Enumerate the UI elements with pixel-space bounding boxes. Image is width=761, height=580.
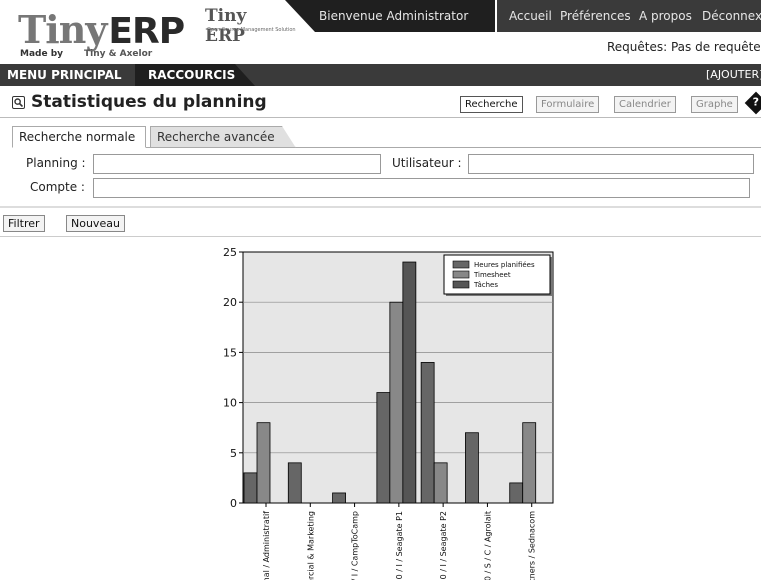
top-links: Accueil Préférences A propos Déconnexion [497, 0, 761, 32]
header: TinyERP Made by Tiny & Axelor Tiny ERP O… [0, 0, 761, 64]
form-separator [0, 206, 761, 208]
bar-heures-planifi-es [420, 362, 435, 504]
x-tick-label: 0 / I / Seagate P1 [395, 511, 404, 579]
logo-erp-text: ERP [108, 11, 185, 52]
search-icon [12, 96, 25, 109]
x-tick-label: ercial & Marketing [306, 511, 315, 580]
view-calendar-button[interactable]: Calendrier [614, 96, 676, 113]
bar-heures-planifi-es [287, 462, 302, 504]
search-form: Planning : Utilisateur : Compte : [12, 148, 761, 206]
bar-heures-planifi-es [465, 432, 479, 504]
search-tabs: Recherche avancée Recherche normale [12, 126, 761, 148]
x-tick-label: 0 / I / Seagate P2 [439, 511, 448, 579]
title-bar: Statistiques du planning Recherche Formu… [0, 90, 761, 118]
logo-tiny-text: Tiny [18, 7, 107, 52]
menu-bar: MENU PRINCIPAL RACCOURCIS [AJOUTER] [0, 64, 761, 86]
legend-swatch [452, 260, 470, 269]
x-tick-label: 0 / S / C / Agrolait [483, 511, 492, 580]
chart-svg: 0 5 10 15 20 25 mal / Administratif ercial & Ma… [223, 246, 554, 580]
requests-status[interactable]: Requêtes: Pas de requête [607, 40, 761, 54]
bar-timesheet [256, 422, 271, 504]
bar-timesheet [433, 462, 448, 504]
link-preferences[interactable]: Préférences [560, 9, 631, 23]
y-tick-label: 25 [223, 246, 237, 259]
y-tick-label: 20 [223, 296, 237, 309]
tab-advanced-search[interactable]: Recherche avancée [150, 126, 296, 148]
user-label: Utilisateur : [392, 156, 462, 170]
mini-logo-text: Tiny ERP [205, 6, 247, 46]
bar-timesheet [522, 422, 537, 504]
planning-input[interactable] [93, 154, 381, 174]
legend-label: Heures planifiées [474, 261, 535, 269]
main-menu-link[interactable]: MENU PRINCIPAL [7, 68, 122, 82]
x-tick-label: / I / CampToCamp [351, 511, 360, 580]
account-input[interactable] [93, 178, 750, 198]
x-tick-label: mal / Administratif [262, 511, 271, 580]
link-home[interactable]: Accueil [509, 9, 552, 23]
view-graph-button[interactable]: Graphe [691, 96, 738, 113]
planning-chart: 0 5 10 15 20 25 mal / Administratif ercial & Ma… [205, 240, 560, 580]
link-logout[interactable]: Déconnexion [702, 9, 761, 23]
help-icon[interactable]: ? [744, 91, 761, 115]
y-tick-label: 10 [223, 397, 237, 410]
top-bar: Bienvenue Administrator Accueil Préféren… [285, 0, 761, 32]
legend-swatch [452, 280, 470, 289]
tiny-erp-logo[interactable]: TinyERP Made by Tiny & Axelor [14, 8, 186, 62]
new-button[interactable]: Nouveau [66, 215, 125, 232]
legend-label: Timesheet [473, 271, 511, 279]
bar-heures-planifi-es [376, 392, 391, 504]
y-tick-label: 0 [230, 497, 237, 510]
page-title: Statistiques du planning [31, 92, 267, 112]
x-tick-label: rtners / Sednacom [528, 511, 537, 580]
add-shortcut-link[interactable]: [AJOUTER] [706, 68, 761, 81]
logo-partner: Tiny & Axelor [84, 49, 153, 59]
y-tick-label: 5 [230, 447, 237, 460]
bar-heures-planifi-es [332, 492, 346, 504]
link-about[interactable]: A propos [639, 9, 692, 23]
logo-madeby: Made by [20, 49, 64, 59]
legend-swatch [452, 270, 470, 279]
mini-logo: Tiny ERP Open Source Management Solution [205, 6, 296, 46]
bar-t-ches [402, 261, 417, 504]
mini-logo-sub: Open Source Management Solution [207, 27, 296, 33]
user-input[interactable] [468, 154, 754, 174]
action-separator [0, 236, 761, 237]
y-tick-label: 15 [223, 346, 237, 359]
bar-timesheet [389, 301, 404, 504]
legend-label: Tâches [473, 281, 498, 289]
planning-label: Planning : [26, 156, 86, 170]
account-label: Compte : [30, 180, 85, 194]
welcome-text: Bienvenue Administrator [319, 9, 469, 23]
tab-normal-search[interactable]: Recherche normale [12, 126, 146, 148]
filter-button[interactable]: Filtrer [3, 215, 45, 232]
bar-heures-planifi-es [509, 482, 524, 504]
bar-heures-planifi-es [243, 472, 258, 504]
shortcuts-link[interactable]: RACCOURCIS [148, 68, 235, 82]
view-form-button[interactable]: Formulaire [536, 96, 600, 113]
view-search-button[interactable]: Recherche [460, 96, 523, 113]
